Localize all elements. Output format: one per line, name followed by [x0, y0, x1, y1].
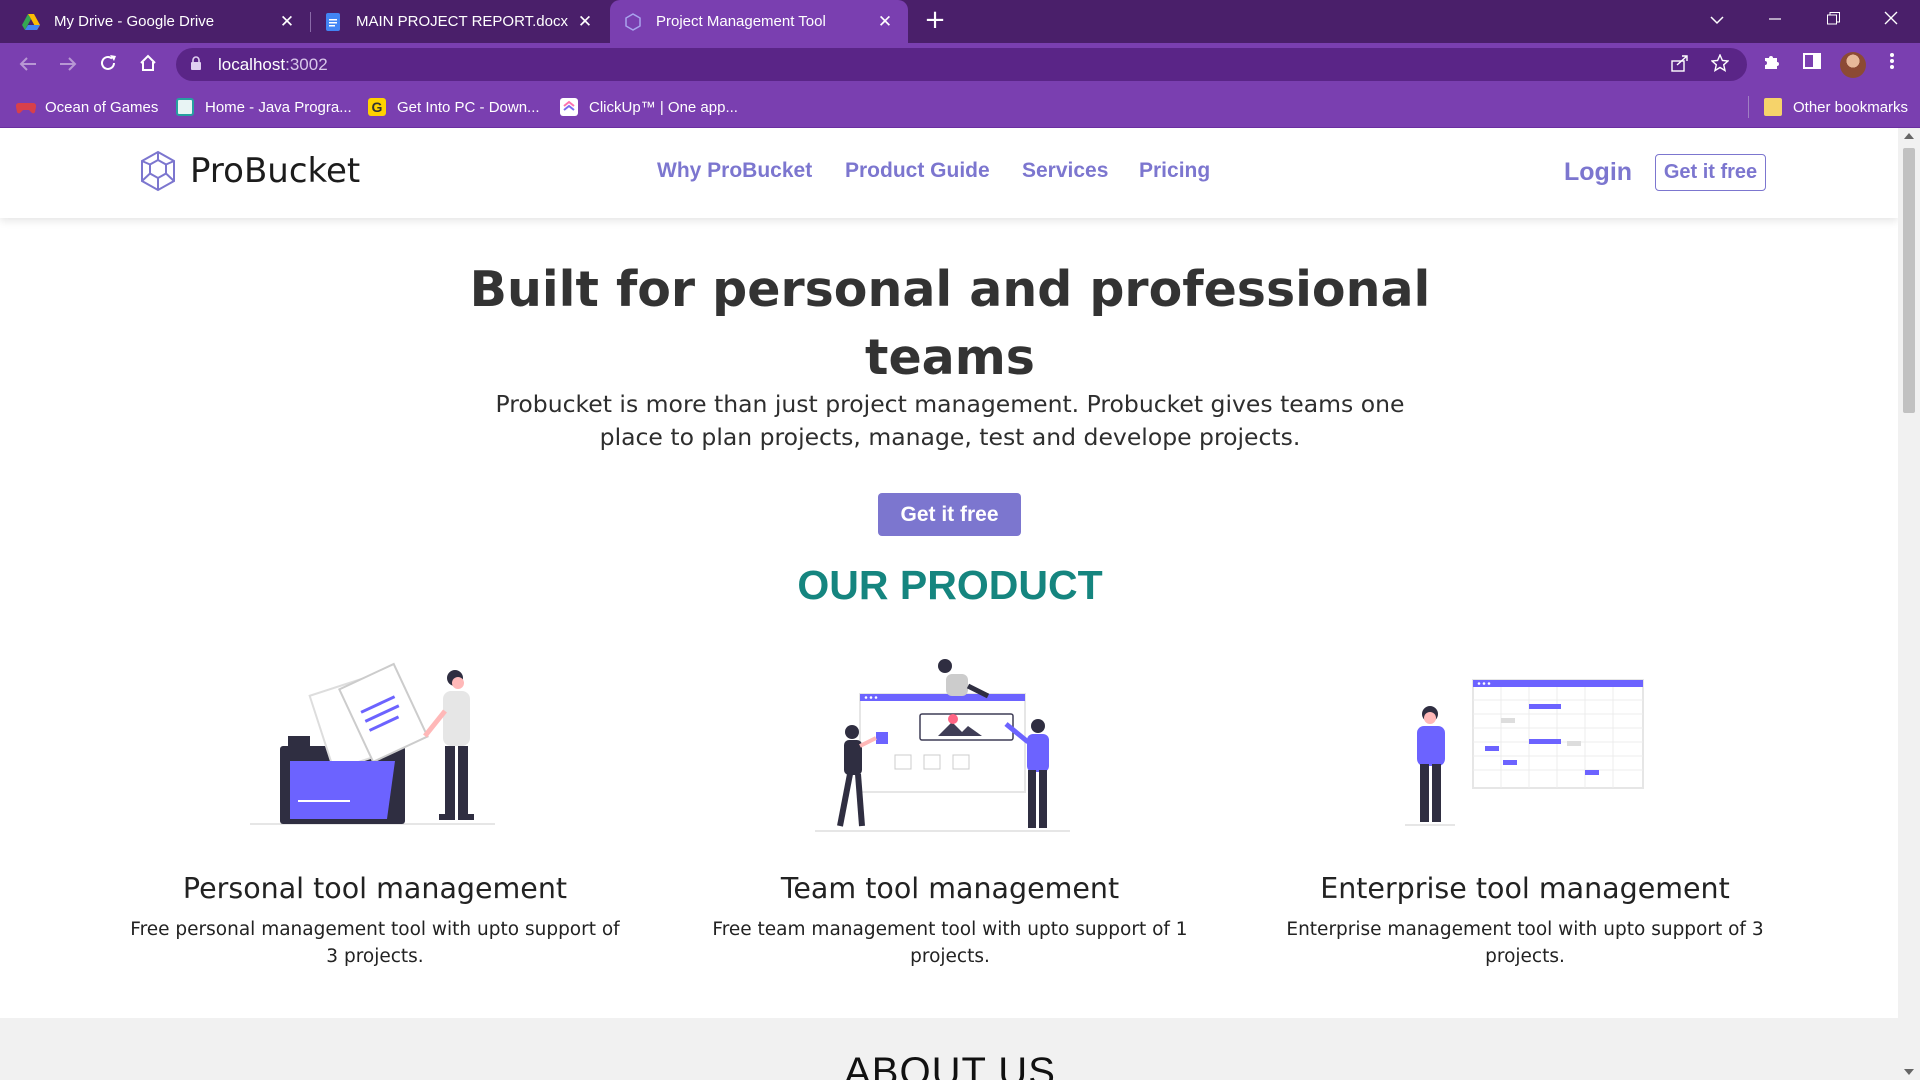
bookmark-java-programming[interactable]: Home - Java Progra...: [176, 96, 352, 118]
url-host: localhost: [218, 55, 286, 74]
tab-divider: [310, 12, 311, 32]
browser-tab-strip: My Drive - Google Drive ✕ MAIN PROJECT R…: [0, 0, 1920, 43]
folder-icon: [1764, 98, 1782, 116]
lock-icon: [190, 56, 204, 72]
tab-title: Project Management Tool: [656, 13, 826, 30]
google-drive-icon: [22, 13, 40, 31]
about-heading: ABOUT US: [844, 1050, 1056, 1080]
url-text: localhost:3002: [218, 55, 328, 75]
url-port: :3002: [285, 55, 328, 74]
probucket-cube-icon: [141, 150, 175, 192]
forward-arrow-icon[interactable]: [54, 51, 82, 79]
bookmark-ocean-of-games[interactable]: Ocean of Games: [15, 96, 159, 118]
tab-search-chevron-icon[interactable]: [1694, 0, 1740, 43]
card-description: Enterprise management tool with upto sup…: [1286, 919, 1764, 967]
folder-documents-illustration: [250, 662, 495, 825]
about-section: ABOUT US: [0, 1018, 1898, 1080]
login-link[interactable]: Login: [1564, 158, 1632, 187]
bookmark-label: Home - Java Progra...: [205, 98, 352, 116]
other-bookmarks-label: Other bookmarks: [1793, 98, 1909, 116]
tab-project-management-tool[interactable]: Project Management Tool ✕: [610, 0, 908, 43]
product-card-enterprise: Enterprise tool management Enterprise ma…: [1245, 656, 1805, 967]
hero-title: Built for personal and professional team…: [469, 261, 1431, 386]
new-tab-button[interactable]: +: [920, 6, 950, 36]
close-tab-icon[interactable]: ✕: [572, 12, 598, 32]
bookmark-label: Get Into PC - Down...: [397, 98, 540, 116]
share-icon[interactable]: [1671, 54, 1689, 77]
reload-icon[interactable]: [94, 51, 122, 79]
nav-services[interactable]: Services: [1022, 159, 1108, 183]
scroll-up-arrow-icon[interactable]: [1904, 133, 1914, 139]
card-description: Free personal management tool with upto …: [130, 919, 620, 967]
bookmark-label: ClickUp™ | One app...: [589, 98, 738, 116]
product-card-personal: Personal tool management Free personal m…: [95, 656, 655, 967]
hero-get-it-free-button[interactable]: Get it free: [878, 493, 1021, 536]
restore-window-icon[interactable]: [1810, 0, 1856, 43]
bookmarks-divider: [1748, 96, 1749, 118]
bookmark-clickup[interactable]: ClickUp™ | One app...: [560, 96, 738, 118]
tab-title: MAIN PROJECT REPORT.docx - Go: [356, 13, 572, 30]
clickup-icon: [560, 98, 578, 116]
card-title: Enterprise tool management: [1320, 872, 1730, 905]
extensions-puzzle-icon[interactable]: [1760, 52, 1784, 76]
brand-name: ProBucket: [190, 151, 361, 191]
web-page: ProBucket Why ProBucket Product Guide Se…: [0, 128, 1898, 1080]
other-bookmarks[interactable]: Other bookmarks: [1764, 96, 1908, 118]
nav-pricing[interactable]: Pricing: [1139, 159, 1210, 183]
page-scrollbar[interactable]: [1898, 128, 1920, 1080]
address-bar[interactable]: localhost:3002: [176, 48, 1747, 81]
back-arrow-icon[interactable]: [14, 51, 42, 79]
site-logo[interactable]: ProBucket: [138, 150, 360, 192]
nav-why-probucket[interactable]: Why ProBucket: [657, 159, 812, 183]
nav-product-guide[interactable]: Product Guide: [845, 159, 990, 183]
close-tab-icon[interactable]: ✕: [872, 12, 898, 32]
bookmark-star-icon[interactable]: [1710, 53, 1730, 77]
probucket-favicon-icon: [624, 12, 642, 31]
tab-google-drive[interactable]: My Drive - Google Drive ✕: [0, 0, 310, 43]
schedule-grid-illustration: [1405, 679, 1644, 826]
scroll-down-arrow-icon[interactable]: [1904, 1069, 1914, 1075]
java-site-icon: [176, 98, 194, 116]
close-tab-icon[interactable]: ✕: [274, 12, 300, 32]
hero-subtitle: Probucket is more than just project mana…: [495, 390, 1405, 451]
nav-get-it-free-button[interactable]: Get it free: [1655, 154, 1766, 191]
close-window-icon[interactable]: [1868, 0, 1914, 43]
tab-main-project-report[interactable]: MAIN PROJECT REPORT.docx - Go ✕: [312, 0, 608, 43]
bookmark-get-into-pc[interactable]: G Get Into PC - Down...: [368, 96, 540, 118]
card-title: Personal tool management: [182, 872, 568, 905]
site-navbar: ProBucket Why ProBucket Product Guide Se…: [0, 128, 1898, 218]
scrollbar-thumb[interactable]: [1903, 148, 1915, 413]
team-collaboration-illustration: [815, 659, 1070, 832]
card-description: Free team management tool with upto supp…: [712, 919, 1188, 967]
tab-title: My Drive - Google Drive: [54, 13, 215, 30]
gamepad-icon: [15, 98, 37, 116]
google-docs-icon: [324, 12, 342, 31]
bookmarks-bar: Ocean of Games Home - Java Progra... G G…: [0, 86, 1920, 128]
home-icon[interactable]: [134, 51, 162, 79]
get-into-pc-icon: G: [368, 98, 386, 116]
browser-menu-icon[interactable]: [1880, 52, 1904, 76]
profile-avatar[interactable]: [1840, 52, 1866, 78]
card-title: Team tool management: [780, 872, 1120, 905]
product-card-team: Team tool management Free team managemen…: [670, 656, 1230, 967]
our-product-heading: OUR PRODUCT: [797, 562, 1103, 608]
browser-toolbar: localhost:3002: [0, 43, 1920, 86]
minimize-window-icon[interactable]: [1752, 0, 1798, 43]
side-panel-icon[interactable]: [1800, 52, 1824, 76]
bookmark-label: Ocean of Games: [45, 98, 159, 116]
